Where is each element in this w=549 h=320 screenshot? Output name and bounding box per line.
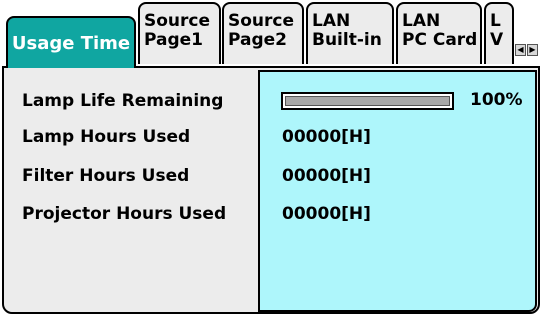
projector-hours-used-label: Projector Hours Used	[22, 204, 227, 224]
tab-truncated-line2: V	[490, 30, 504, 50]
lamp-life-remaining-label: Lamp Life Remaining	[22, 91, 224, 111]
tab-lan-pc-card-line1: LAN	[402, 11, 441, 31]
tab-source-page2[interactable]: Source Page2	[222, 2, 304, 64]
chevron-right-icon: ▶	[529, 45, 536, 54]
filter-hours-used-label: Filter Hours Used	[22, 166, 190, 186]
tab-scroll-right-button[interactable]: ▶	[527, 44, 538, 56]
tab-truncated-line1: L	[490, 11, 501, 31]
projector-hours-used-value: 00000[H]	[282, 204, 371, 224]
lamp-hours-used-label: Lamp Hours Used	[22, 127, 191, 147]
lamp-hours-used-value: 00000[H]	[282, 127, 371, 147]
tab-bar: Usage Time Source Page1 Source Page2 LAN…	[0, 0, 549, 70]
tab-source-page1-line1: Source	[144, 11, 211, 31]
tab-source-page1[interactable]: Source Page1	[138, 2, 221, 64]
tab-truncated[interactable]: L V	[484, 2, 514, 64]
lamp-life-percent: 100%	[470, 90, 523, 110]
tab-lan-built-in-line2: Built-in	[312, 30, 382, 50]
tab-lan-built-in-line1: LAN	[312, 11, 351, 31]
tab-scroll-left-button[interactable]: ◀	[515, 44, 526, 56]
lamp-life-progress-fill	[285, 96, 450, 106]
tab-source-page2-line1: Source	[228, 11, 295, 31]
panel-top-border	[134, 66, 540, 68]
usage-time-dialog: Usage Time Source Page1 Source Page2 LAN…	[0, 0, 549, 320]
tab-source-page2-line2: Page2	[228, 30, 288, 50]
filter-hours-used-value: 00000[H]	[282, 166, 371, 186]
chevron-left-icon: ◀	[517, 45, 524, 54]
tab-usage-time-label: Usage Time	[11, 32, 131, 54]
tab-source-page1-line2: Page1	[144, 30, 204, 50]
tab-lan-pc-card[interactable]: LAN PC Card	[396, 2, 482, 64]
tab-usage-time[interactable]: Usage Time	[6, 16, 136, 68]
lamp-life-progress-bar	[281, 92, 454, 110]
tab-lan-built-in[interactable]: LAN Built-in	[306, 2, 394, 64]
tab-lan-pc-card-line2: PC Card	[402, 30, 478, 50]
